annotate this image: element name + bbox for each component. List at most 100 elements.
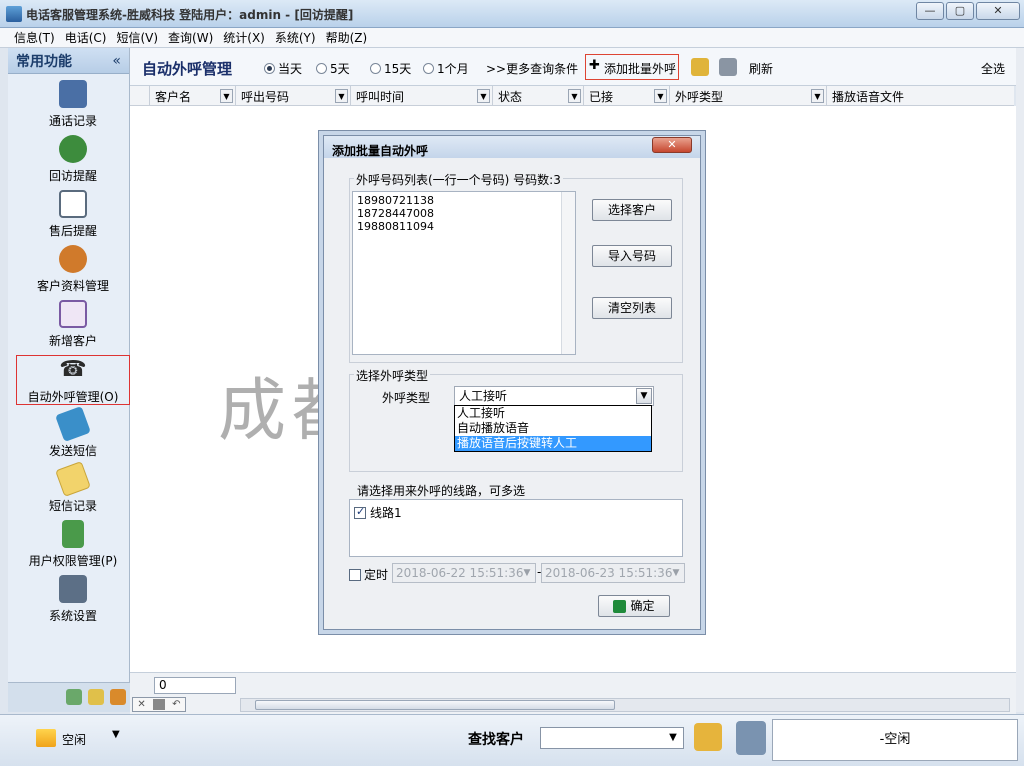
sidebar-item-label: 自动外呼管理(O) bbox=[27, 390, 119, 404]
column-status[interactable]: 状态 ▼ bbox=[493, 86, 584, 106]
sidebar-item-customer-data[interactable]: 客户资料管理 bbox=[16, 245, 130, 295]
radio-5days[interactable]: 5天 bbox=[316, 60, 350, 77]
module-title: 自动外呼管理 bbox=[142, 60, 233, 78]
radio-1month[interactable]: 1个月 bbox=[423, 60, 469, 77]
filter-dropdown-icon[interactable]: ▼ bbox=[568, 89, 581, 103]
collapse-icon[interactable]: « bbox=[112, 53, 121, 69]
id-card-icon bbox=[59, 300, 87, 328]
sidebar: 常用功能 « 通话记录 回访提醒 售后提醒 客户资料管理 新增客户 ☎ 自动外呼… bbox=[8, 48, 130, 712]
option-manual-answer[interactable]: 人工接听 bbox=[455, 406, 651, 421]
filter-dropdown-icon[interactable]: ▼ bbox=[654, 89, 667, 103]
phone-number-textarea[interactable]: 18980721138 18728447008 19880811094 bbox=[352, 191, 576, 355]
phone-number: 18728447008 bbox=[357, 207, 434, 220]
clear-list-button[interactable]: 清空列表 bbox=[592, 297, 672, 319]
folder-icon[interactable] bbox=[694, 723, 722, 751]
plus-icon: ✚ bbox=[589, 58, 600, 73]
close-button[interactable]: ✕ bbox=[976, 2, 1020, 20]
phone-device-icon[interactable] bbox=[736, 721, 766, 755]
horizontal-scroll-row: ✕ ↶ bbox=[130, 696, 1016, 714]
print-icon[interactable] bbox=[719, 58, 737, 76]
menu-sms[interactable]: 短信(V) bbox=[116, 29, 158, 46]
confirm-label: 确定 bbox=[630, 599, 655, 613]
sidebar-item-send-sms[interactable]: 发送短信 bbox=[16, 406, 130, 460]
radio-today[interactable]: 当天 bbox=[264, 60, 302, 77]
filter-toggle-icon[interactable] bbox=[153, 699, 165, 710]
filter-dropdown-icon[interactable]: ▼ bbox=[220, 89, 233, 103]
scroll-thumb[interactable] bbox=[255, 700, 615, 710]
sidebar-item-sms-records[interactable]: 短信记录 bbox=[16, 461, 130, 515]
minimize-button[interactable]: — bbox=[916, 2, 944, 20]
chevron-down-icon[interactable]: ▼ bbox=[665, 730, 681, 746]
envelope-icon bbox=[55, 461, 91, 497]
graph-icon[interactable] bbox=[66, 689, 82, 705]
timer-checkbox[interactable]: 定时 bbox=[349, 566, 388, 583]
status-icon bbox=[36, 729, 56, 747]
column-customer-name[interactable]: 客户名 ▼ bbox=[150, 86, 236, 106]
timer-label: 定时 bbox=[364, 568, 389, 582]
column-call-time[interactable]: 呼叫时间 ▼ bbox=[351, 86, 493, 106]
add-batch-dialog: 添加批量自动外呼 ✕ 外呼号码列表(一行一个号码) 号码数:3 18980721… bbox=[323, 135, 701, 630]
add-batch-label: 添加批量外呼 bbox=[604, 62, 677, 76]
number-list-legend: 外呼号码列表(一行一个号码) 号码数:3 bbox=[354, 171, 563, 188]
chevron-down-icon[interactable]: ▼ bbox=[112, 729, 120, 740]
agent-status[interactable]: 空闲 bbox=[62, 731, 86, 748]
menu-stats[interactable]: 统计(X) bbox=[223, 29, 265, 46]
horizontal-scrollbar[interactable] bbox=[240, 698, 1010, 712]
sidebar-item-callback-reminder[interactable]: 回访提醒 bbox=[16, 135, 130, 185]
export-icon[interactable] bbox=[691, 58, 709, 76]
sidebar-title: 常用功能 bbox=[16, 53, 72, 70]
checkbox[interactable] bbox=[349, 568, 361, 581]
dialog-close-button[interactable]: ✕ bbox=[652, 137, 692, 153]
column-label: 状态 bbox=[498, 89, 523, 104]
vertical-scrollbar[interactable] bbox=[1016, 48, 1024, 712]
undo-icon[interactable]: ↶ bbox=[168, 698, 185, 711]
filter-dropdown-icon[interactable]: ▼ bbox=[477, 89, 490, 103]
find-customer-label: 查找客户 bbox=[468, 732, 524, 748]
sidebar-item-label: 新增客户 bbox=[48, 334, 97, 348]
find-customer-input[interactable]: ▼ bbox=[540, 727, 684, 749]
radio-15days[interactable]: 15天 bbox=[370, 60, 411, 77]
select-all-button[interactable]: 全选 bbox=[981, 60, 1005, 77]
column-answered[interactable]: 已接 ▼ bbox=[584, 86, 670, 106]
select-customer-button[interactable]: 选择客户 bbox=[592, 199, 672, 221]
search-icon[interactable] bbox=[88, 689, 104, 705]
column-outbound-number[interactable]: 呼出号码 ▼ bbox=[236, 86, 351, 106]
sidebar-item-system-settings[interactable]: 系统设置 bbox=[16, 575, 130, 625]
vertical-scrollbar[interactable] bbox=[561, 192, 575, 354]
import-numbers-button[interactable]: 导入号码 bbox=[592, 245, 672, 267]
sidebar-item-label: 通话记录 bbox=[48, 114, 97, 128]
add-batch-outbound-button[interactable]: ✚ 添加批量外呼 bbox=[585, 54, 679, 80]
menu-phone[interactable]: 电话(C) bbox=[65, 29, 107, 46]
menu-info[interactable]: 信息(T) bbox=[14, 29, 55, 46]
maximize-button[interactable]: ▢ bbox=[946, 2, 974, 20]
home-icon[interactable] bbox=[110, 689, 126, 705]
menu-system[interactable]: 系统(Y) bbox=[275, 29, 316, 46]
column-outbound-type[interactable]: 外呼类型 ▼ bbox=[670, 86, 827, 106]
option-play-then-transfer[interactable]: 播放语音后按键转人工 bbox=[455, 436, 651, 451]
sidebar-item-label: 系统设置 bbox=[48, 609, 97, 623]
user-callback-icon bbox=[59, 135, 87, 163]
menu-help[interactable]: 帮助(Z) bbox=[326, 29, 368, 46]
more-conditions-link[interactable]: >>更多查询条件 bbox=[486, 60, 578, 77]
filter-dropdown-icon[interactable]: ▼ bbox=[811, 89, 824, 103]
clear-filter-icon[interactable]: ✕ bbox=[133, 698, 150, 711]
outbound-type-select[interactable]: 人工接听 ▼ bbox=[454, 386, 654, 406]
grid-corner bbox=[130, 86, 150, 106]
sidebar-item-auto-outbound[interactable]: ☎ 自动外呼管理(O) bbox=[16, 355, 130, 405]
filter-dropdown-icon[interactable]: ▼ bbox=[335, 89, 348, 103]
confirm-button[interactable]: 确定 bbox=[598, 595, 670, 617]
sidebar-item-aftersales-reminder[interactable]: 售后提醒 bbox=[16, 190, 130, 240]
menu-query[interactable]: 查询(W) bbox=[168, 29, 213, 46]
refresh-button[interactable]: 刷新 bbox=[749, 60, 773, 77]
line-1-checkbox[interactable]: 线路1 bbox=[354, 504, 402, 521]
column-voice-file[interactable]: 播放语音文件 bbox=[827, 86, 1014, 106]
radio-dot bbox=[423, 63, 434, 74]
sidebar-item-label: 回访提醒 bbox=[48, 169, 97, 183]
option-auto-play-voice[interactable]: 自动播放语音 bbox=[455, 421, 651, 436]
sidebar-footer bbox=[8, 682, 130, 712]
sidebar-item-call-records[interactable]: 通话记录 bbox=[16, 80, 130, 130]
checkbox[interactable] bbox=[354, 505, 366, 519]
chevron-down-icon[interactable]: ▼ bbox=[636, 388, 652, 404]
sidebar-item-new-customer[interactable]: 新增客户 bbox=[16, 300, 130, 350]
sidebar-item-permissions[interactable]: 用户权限管理(P) bbox=[16, 520, 130, 570]
